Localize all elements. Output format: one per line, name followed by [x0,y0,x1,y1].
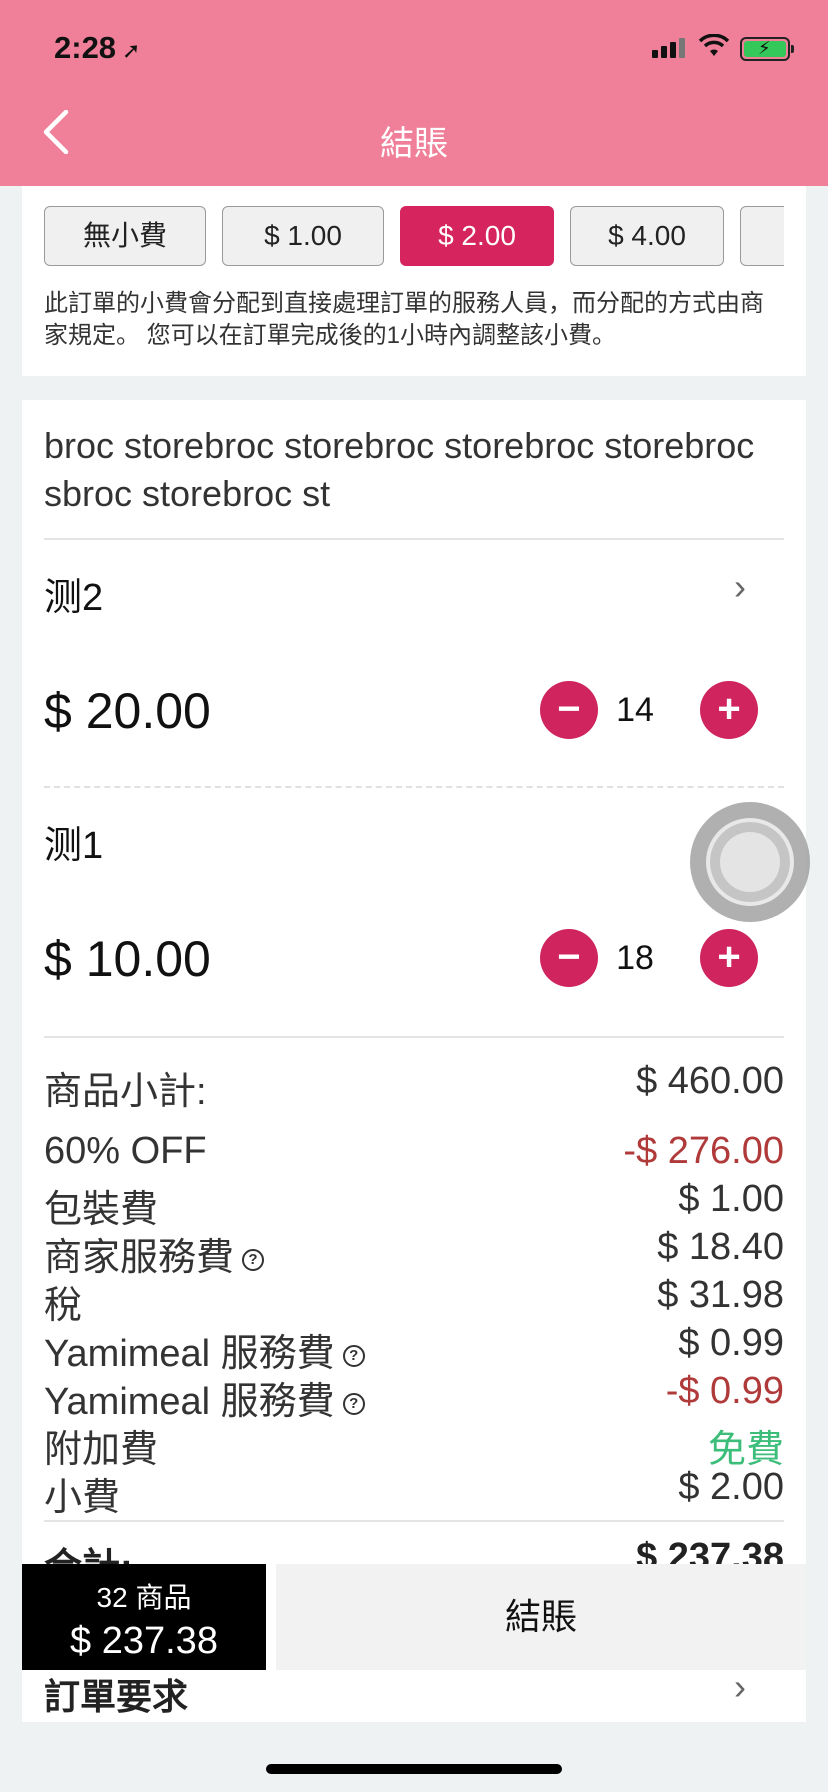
item-qty: 14 [616,691,654,729]
page-title: 結賬 [380,125,448,163]
tip-option-2-selected[interactable]: $ 2.00 [400,206,554,266]
tip-options: 無小費 $ 1.00 $ 2.00 $ 4.00 其 [44,206,784,270]
chevron-right-icon[interactable]: › [734,566,746,608]
total-row: 合計: $ 237.38 [44,1536,784,1566]
help-icon[interactable]: ? [342,1392,365,1415]
home-indicator [266,1764,562,1774]
checkout-button[interactable]: 結賬 [276,1564,806,1670]
increase-qty-button[interactable]: + [700,681,758,739]
tip-option-none[interactable]: 無小費 [44,206,206,266]
wifi-icon [698,33,730,63]
cellular-signal-icon [652,38,688,58]
cart-summary[interactable]: 32 商品 $ 237.38 [22,1564,266,1670]
cart-total: $ 237.38 [70,1620,218,1662]
decrease-qty-button[interactable]: − [540,929,598,987]
yamimeal-fee-row: Yamimeal 服務費? $ 0.99 [44,1322,784,1375]
chevron-right-icon[interactable]: › [734,1666,746,1708]
status-time: 2:28 ➚ [54,30,141,65]
help-icon[interactable]: ? [242,1248,265,1271]
cart-item-count: 32 商品 [96,1582,192,1613]
item-name[interactable]: 测1 [44,814,103,869]
packaging-fee-row: 包裝費 $ 1.00 [44,1178,784,1231]
tip-option-1[interactable]: $ 1.00 [222,206,384,266]
tip-row: 小費 $ 2.00 [44,1466,784,1519]
help-icon[interactable]: ? [342,1344,365,1367]
divider [44,1520,784,1522]
order-card: broc storebroc storebroc storebroc store… [22,400,806,1722]
tax-row: 稅 $ 31.98 [44,1274,784,1327]
item-price: $ 20.00 [44,683,211,739]
assistive-touch-button[interactable] [690,802,810,922]
discount-row: 60% OFF -$ 276.00 [44,1130,784,1172]
tip-note: 此訂單的小費會分配到直接處理訂單的服務人員，而分配的方式由商家規定。 您可以在訂… [44,290,764,349]
store-name: broc storebroc storebroc storebroc store… [44,425,755,514]
subtotal-row: 商品小計: $ 460.00 [44,1060,784,1113]
item-qty: 18 [616,939,654,977]
divider [44,538,784,540]
header-bar: 2:28 ➚ ⚡ 結賬 [0,0,828,186]
decrease-qty-button[interactable]: − [540,681,598,739]
surcharge-row: 附加費 免費 [44,1429,784,1471]
item-price: $ 10.00 [44,931,211,987]
item-name[interactable]: 测2 [44,566,103,621]
merchant-service-fee-row: 商家服務費? $ 18.40 [44,1226,784,1279]
divider [44,1036,784,1038]
tip-section: 無小費 $ 1.00 $ 2.00 $ 4.00 其 此訂單的小費會分配到直接處理訂單的… [22,186,806,376]
yamimeal-fee-discount-row: Yamimeal 服務費? -$ 0.99 [44,1370,784,1423]
divider [44,786,784,788]
tip-option-4[interactable]: $ 4.00 [570,206,724,266]
location-arrow-icon: ➚ [122,38,141,63]
order-requirements[interactable]: 訂單要求 [44,1668,188,1720]
battery-icon: ⚡ [740,37,794,61]
tip-option-other[interactable]: 其 [740,206,784,266]
increase-qty-button[interactable]: + [700,929,758,987]
